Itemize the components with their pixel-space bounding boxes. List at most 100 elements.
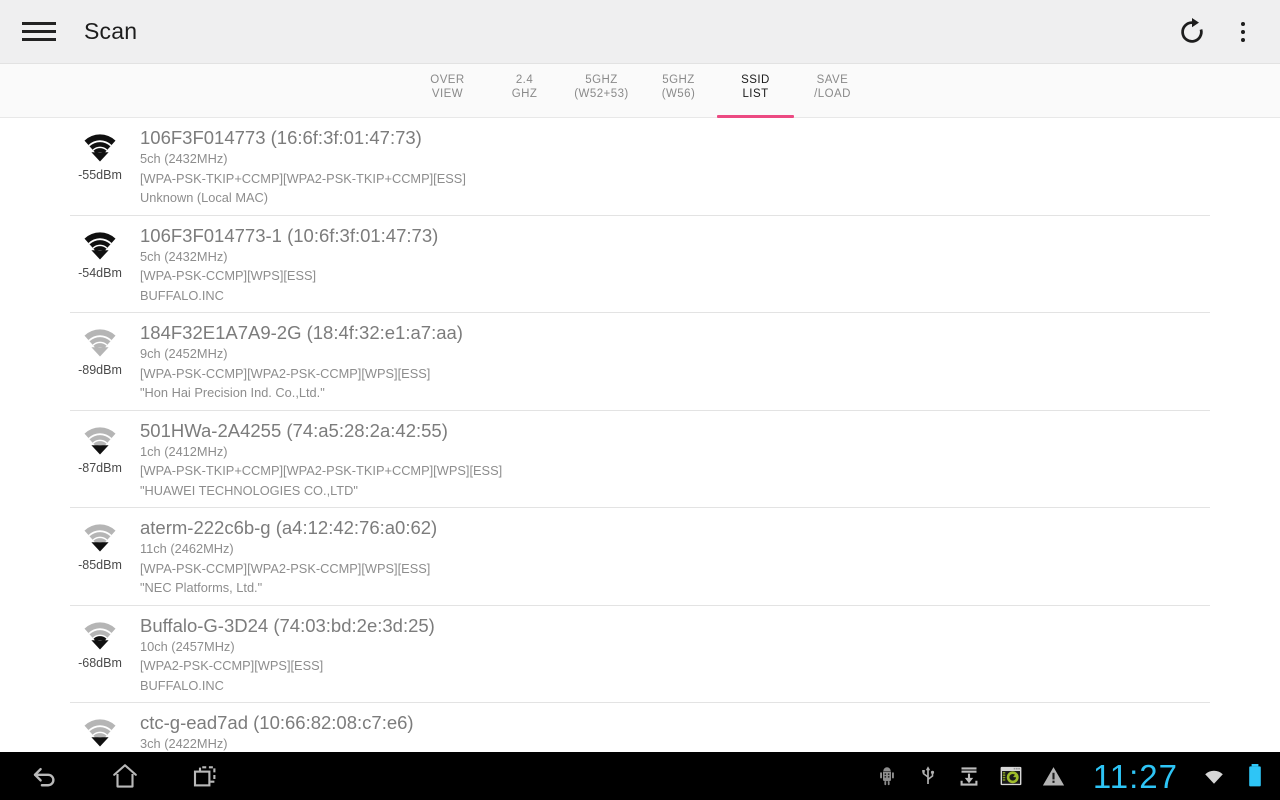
scan-screen: Scan OVER VIEW 2.4 GHZ 5GHZ (W52+53) 5GH… <box>0 0 1280 800</box>
home-button[interactable] <box>104 755 146 797</box>
network-channel: 9ch (2452MHz) <box>140 346 228 361</box>
system-nav-buttons <box>0 755 226 797</box>
wifi-signal-icon <box>84 621 116 649</box>
network-ssid: 501HWa-2A4255 (74:a5:28:2a:42:55) <box>140 419 448 441</box>
signal-column: -54dBm <box>70 224 130 280</box>
network-list-item[interactable]: -87dBm 501HWa-2A4255 (74:a5:28:2a:42:55)… <box>70 411 1210 508</box>
tab-ssid-list-line2: LIST <box>742 87 769 100</box>
tab-overview-line1: OVER <box>430 74 465 86</box>
hamburger-menu-icon[interactable] <box>22 15 56 49</box>
download-icon <box>957 764 981 788</box>
tab-overview[interactable]: OVER VIEW <box>409 74 486 118</box>
overflow-dot-2 <box>1241 29 1245 34</box>
menu-bar-2 <box>22 30 56 33</box>
overflow-menu-button[interactable] <box>1228 10 1258 54</box>
refresh-button[interactable] <box>1170 10 1214 54</box>
network-list-item[interactable]: -55dBm 106F3F014773 (16:6f:3f:01:47:73) … <box>70 118 1210 216</box>
network-ssid: ctc-g-ead7ad (10:66:82:08:c7:e6) <box>140 712 414 733</box>
wifi-signal-icon <box>84 426 116 454</box>
network-info: 106F3F014773-1 (10:6f:3f:01:47:73) 5ch (… <box>130 224 1210 306</box>
network-channel: 10ch (2457MHz) <box>140 638 235 654</box>
tab-save-load[interactable]: SAVE /LOAD <box>794 74 871 118</box>
usb-icon <box>916 764 940 788</box>
network-vendor: BUFFALO.INC <box>140 677 224 693</box>
network-list-item[interactable]: -54dBm 106F3F014773-1 (10:6f:3f:01:47:73… <box>70 216 1210 313</box>
tab-24ghz-line1: 2.4 <box>515 74 534 86</box>
network-vendor: Unknown (Local MAC) <box>140 190 269 205</box>
warning-icon <box>1041 764 1066 789</box>
network-ssid: 106F3F014773 (16:6f:3f:01:47:73) <box>140 127 422 148</box>
menu-bar-3 <box>22 38 56 41</box>
wifi-signal-icon <box>84 524 116 552</box>
overflow-dot-3 <box>1241 37 1245 42</box>
action-bar: Scan <box>0 0 1280 64</box>
network-info: 184F32E1A7A9-2G (18:4f:32:e1:a7:aa) 9ch … <box>130 321 1210 403</box>
network-vendor: "HUAWEI TECHNOLOGIES CO.,LTD" <box>140 482 358 498</box>
tab-5ghz-w52-53[interactable]: 5GHZ (W52+53) <box>563 74 640 118</box>
refresh-icon <box>1181 17 1203 43</box>
signal-strength-value: -68dBm <box>78 655 122 670</box>
network-list-item[interactable]: -89dBm 184F32E1A7A9-2G (18:4f:32:e1:a7:a… <box>70 313 1210 411</box>
tab-ssid-list-line1: SSID <box>741 74 770 86</box>
signal-strength-value: -55dBm <box>78 168 122 182</box>
ssid-list[interactable]: -55dBm 106F3F014773 (16:6f:3f:01:47:73) … <box>0 118 1280 800</box>
network-info: aterm-222c6b-g (a4:12:42:76:a0:62) 11ch … <box>130 516 1210 598</box>
tab-24ghz[interactable]: 2.4 GHZ <box>486 74 563 118</box>
signal-strength-value: -89dBm <box>78 363 122 377</box>
network-ssid: 184F32E1A7A9-2G (18:4f:32:e1:a7:aa) <box>140 322 463 343</box>
network-channel: 1ch (2412MHz) <box>140 443 228 459</box>
page-title: Scan <box>84 18 138 44</box>
tab-5ghz-w56-line2: (W56) <box>661 87 696 100</box>
signal-column: -89dBm <box>70 321 130 377</box>
status-icons: 11:27 <box>875 760 1280 793</box>
tab-save-load-line1: SAVE <box>816 74 849 86</box>
network-info: 106F3F014773 (16:6f:3f:01:47:73) 5ch (24… <box>130 126 1210 208</box>
tab-24ghz-line2: GHZ <box>511 87 538 100</box>
battery-icon <box>1246 762 1264 790</box>
wifi-signal-icon <box>84 134 116 162</box>
signal-strength-value: -85dBm <box>78 558 122 572</box>
back-button[interactable] <box>24 755 66 797</box>
network-channel: 5ch (2432MHz) <box>140 151 228 166</box>
wifi-status-icon <box>1199 763 1229 789</box>
network-capabilities: [WPA-PSK-CCMP][WPS][ESS] <box>140 268 317 283</box>
network-ssid: Buffalo-G-3D24 (74:03:bd:2e:3d:25) <box>140 614 435 636</box>
status-clock: 11:27 <box>1092 757 1178 795</box>
network-channel: 5ch (2432MHz) <box>140 248 228 264</box>
tab-5ghz-w56[interactable]: 5GHZ (W56) <box>640 74 717 118</box>
network-capabilities: [WPA-PSK-CCMP][WPA2-PSK-CCMP][WPS][ESS] <box>140 560 431 576</box>
network-capabilities: [WPA-PSK-CCMP][WPA2-PSK-CCMP][WPS][ESS] <box>140 365 431 381</box>
network-info: Buffalo-G-3D24 (74:03:bd:2e:3d:25) 10ch … <box>130 614 1210 696</box>
network-capabilities: [WPA2-PSK-CCMP][WPS][ESS] <box>140 658 324 673</box>
signal-column: -55dBm <box>70 126 130 182</box>
app-sync-icon <box>998 763 1024 789</box>
network-capabilities: [WPA-PSK-TKIP+CCMP][WPA2-PSK-TKIP+CCMP][… <box>140 463 503 478</box>
network-list-item[interactable]: -85dBm aterm-222c6b-g (a4:12:42:76:a0:62… <box>70 508 1210 606</box>
wifi-signal-icon <box>84 329 116 357</box>
back-icon <box>33 767 55 787</box>
menu-bar-1 <box>22 22 56 25</box>
network-vendor: "Hon Hai Precision Ind. Co.,Ltd." <box>140 385 325 400</box>
network-info: 501HWa-2A4255 (74:a5:28:2a:42:55) 1ch (2… <box>130 419 1210 501</box>
network-ssid: 106F3F014773-1 (10:6f:3f:01:47:73) <box>140 224 439 246</box>
network-channel: 11ch (2462MHz) <box>140 541 234 556</box>
tab-ssid-list[interactable]: SSID LIST <box>717 74 794 118</box>
recent-apps-icon <box>193 766 216 787</box>
tab-5ghz-w52-53-line1: 5GHZ <box>585 74 618 86</box>
signal-strength-value: -54dBm <box>78 265 122 280</box>
network-channel: 3ch (2422MHz) <box>140 736 228 751</box>
network-ssid: aterm-222c6b-g (a4:12:42:76:a0:62) <box>140 517 438 538</box>
overflow-dot-1 <box>1241 21 1245 26</box>
android-debug-icon <box>875 764 899 788</box>
network-vendor: BUFFALO.INC <box>140 287 224 303</box>
wifi-signal-icon <box>84 231 116 259</box>
wifi-signal-icon <box>84 719 116 747</box>
recent-apps-button[interactable] <box>184 755 226 797</box>
tab-5ghz-w52-53-line2: (W52+53) <box>574 87 629 100</box>
signal-column: -85dBm <box>70 516 130 572</box>
tab-save-load-line2: /LOAD <box>814 87 851 100</box>
home-icon <box>113 764 137 788</box>
tab-5ghz-w56-line1: 5GHZ <box>662 74 695 86</box>
network-list-item[interactable]: -68dBm Buffalo-G-3D24 (74:03:bd:2e:3d:25… <box>70 606 1210 703</box>
tab-bar: OVER VIEW 2.4 GHZ 5GHZ (W52+53) 5GHZ (W5… <box>0 64 1280 118</box>
